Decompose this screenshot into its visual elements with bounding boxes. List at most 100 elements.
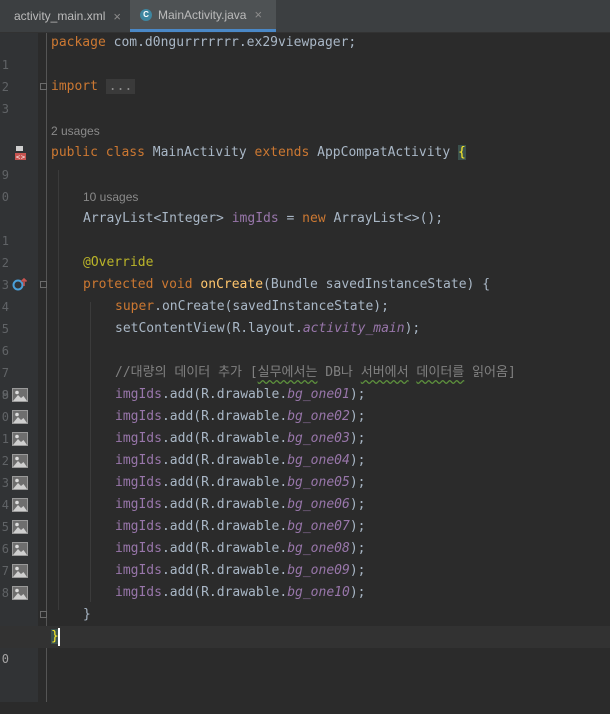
package-name: com.d0ngurrrrrrr.ex29viewpager; <box>105 35 357 50</box>
class-name: MainActivity <box>152 145 247 160</box>
fold-toggle-icon[interactable] <box>40 611 47 618</box>
code-line[interactable]: 1 imgIds.add(R.drawable.bg_one03); <box>0 428 610 450</box>
usages-hint[interactable]: 2 usages <box>51 124 100 138</box>
method-call: .add(R.drawable. <box>161 453 288 468</box>
line-number: 3 <box>1 102 9 116</box>
keyword: super <box>115 299 155 314</box>
tab-main-activity-java[interactable]: C MainActivity.java × <box>130 0 276 32</box>
drawable-resource: bg_one10 <box>287 585 350 600</box>
code-line[interactable]: 5 super.onCreate(savedInstanceState); <box>0 296 610 336</box>
method-call: .add(R.drawable. <box>161 541 288 556</box>
operator: = <box>278 211 303 226</box>
field-name: imgIds <box>115 541 162 556</box>
override-gutter-icon[interactable] <box>12 278 28 292</box>
code-line[interactable]: 2 <box>0 54 610 94</box>
punctuation: ); <box>349 541 366 556</box>
code-line[interactable]: 2 imgIds.add(R.drawable.bg_one04); <box>0 450 610 472</box>
method-call: .add(R.drawable. <box>161 519 288 534</box>
layout-resource: activity_main <box>302 321 405 336</box>
drawable-resource: bg_one08 <box>287 541 350 556</box>
code-line[interactable]: 7 imgIds.add(R.drawable.bg_one09); <box>0 560 610 582</box>
image-gutter-icon[interactable] <box>12 454 28 468</box>
punctuation: ); <box>349 387 366 402</box>
code-line[interactable]: 9 <> public class MainActivity extends A… <box>0 142 610 182</box>
implemented-gutter-icon[interactable]: <> <box>12 146 28 160</box>
code-line[interactable]: 3 @Override <box>0 252 610 292</box>
method-call: .add(R.drawable. <box>161 409 288 424</box>
close-icon[interactable]: × <box>254 7 262 22</box>
method-call: .add(R.drawable. <box>161 497 288 512</box>
field-type: ArrayList<Integer> <box>83 211 232 226</box>
line-number: 0 <box>1 652 9 666</box>
close-icon[interactable]: × <box>113 9 121 24</box>
method-call: .add(R.drawable. <box>161 387 288 402</box>
code-line[interactable]: 3 imgIds.add(R.drawable.bg_one05); <box>0 472 610 494</box>
line-number: 3 <box>1 476 9 490</box>
line-number: 8 <box>1 586 9 600</box>
keyword: void <box>161 277 193 292</box>
usages-hint[interactable]: 10 usages <box>83 190 138 204</box>
punctuation: ); <box>349 453 366 468</box>
keyword: new <box>302 211 326 226</box>
code-line[interactable]: 9 imgIds.add(R.drawable.bg_one01); <box>0 384 610 406</box>
line-number: 7 <box>1 564 9 578</box>
code-line[interactable]: 6 imgIds.add(R.drawable.bg_one08); <box>0 538 610 560</box>
fold-toggle-icon[interactable] <box>40 83 47 90</box>
punctuation: ); <box>349 409 366 424</box>
drawable-resource: bg_one04 <box>287 453 350 468</box>
code-line[interactable]: 6 setContentView(R.layout.activity_main)… <box>0 318 610 358</box>
line-number: 4 <box>1 498 9 512</box>
code-line[interactable]: 5 imgIds.add(R.drawable.bg_one07); <box>0 516 610 538</box>
code-line[interactable]: 8 imgIds.add(R.drawable.bg_one10); <box>0 582 610 604</box>
tab-label: MainActivity.java <box>158 7 247 22</box>
line-number: 0 <box>1 190 9 204</box>
svg-text:<>: <> <box>15 154 25 160</box>
code-line-current[interactable]: 0 } <box>0 626 610 666</box>
code-line[interactable]: 1 ArrayList<Integer> imgIds = new ArrayL… <box>0 208 610 248</box>
matched-brace: { <box>458 145 466 160</box>
field-name: imgIds <box>115 475 162 490</box>
fold-toggle-icon[interactable] <box>40 281 47 288</box>
tab-activity-main-xml[interactable]: activity_main.xml × <box>0 0 130 32</box>
comment: //대량의 데이터 추가 [실무에서는 DB나 서버에서 데이터를 읽어옴] <box>115 365 516 380</box>
field-name: imgIds <box>115 563 162 578</box>
code-line[interactable]: 2 <box>0 230 610 270</box>
method-call: setContentView(R.layout. <box>115 321 303 336</box>
code-line[interactable]: 4 protected void onCreate(Bundle savedIn… <box>0 274 610 314</box>
code-line[interactable]: 1 package com.d0ngurrrrrrr.ex29viewpager… <box>0 32 610 72</box>
code-line[interactable]: 0 imgIds.add(R.drawable.bg_one02); <box>0 406 610 428</box>
line-number: 5 <box>1 520 9 534</box>
tab-label: activity_main.xml <box>14 9 106 23</box>
punctuation: ); <box>349 563 366 578</box>
drawable-resource: bg_one02 <box>287 409 350 424</box>
field-name: imgIds <box>115 387 162 402</box>
code-line[interactable]: 4 imgIds.add(R.drawable.bg_one06); <box>0 494 610 516</box>
image-gutter-icon[interactable] <box>12 410 28 424</box>
image-gutter-icon[interactable] <box>12 498 28 512</box>
method-call: .onCreate(savedInstanceState); <box>154 299 389 314</box>
drawable-resource: bg_one06 <box>287 497 350 512</box>
image-gutter-icon[interactable] <box>12 586 28 600</box>
image-gutter-icon[interactable] <box>12 476 28 490</box>
line-number: 0 <box>1 410 9 424</box>
punctuation: ); <box>349 497 366 512</box>
method-name: onCreate <box>200 277 264 292</box>
image-gutter-icon[interactable] <box>12 388 28 402</box>
punctuation: ); <box>349 519 366 534</box>
editor-tab-bar: activity_main.xml × C MainActivity.java … <box>0 0 610 33</box>
method-call: .add(R.drawable. <box>161 563 288 578</box>
folded-imports[interactable]: ... <box>105 79 136 94</box>
image-gutter-icon[interactable] <box>12 432 28 446</box>
text-caret <box>58 628 60 646</box>
field-name: imgIds <box>115 497 162 512</box>
code-line[interactable]: 7 <box>0 340 610 380</box>
method-call: .add(R.drawable. <box>161 475 288 490</box>
code-line[interactable]: 8 //대량의 데이터 추가 [실무에서는 DB나 서버에서 데이터를 읽어옴] <box>0 362 610 402</box>
image-gutter-icon[interactable] <box>12 542 28 556</box>
code-line[interactable]: 0 <box>0 164 610 204</box>
keyword: extends <box>254 145 310 160</box>
image-gutter-icon[interactable] <box>12 564 28 578</box>
code-line[interactable]: } <box>0 604 610 626</box>
image-gutter-icon[interactable] <box>12 520 28 534</box>
code-line[interactable]: 3 import ... <box>0 76 610 116</box>
